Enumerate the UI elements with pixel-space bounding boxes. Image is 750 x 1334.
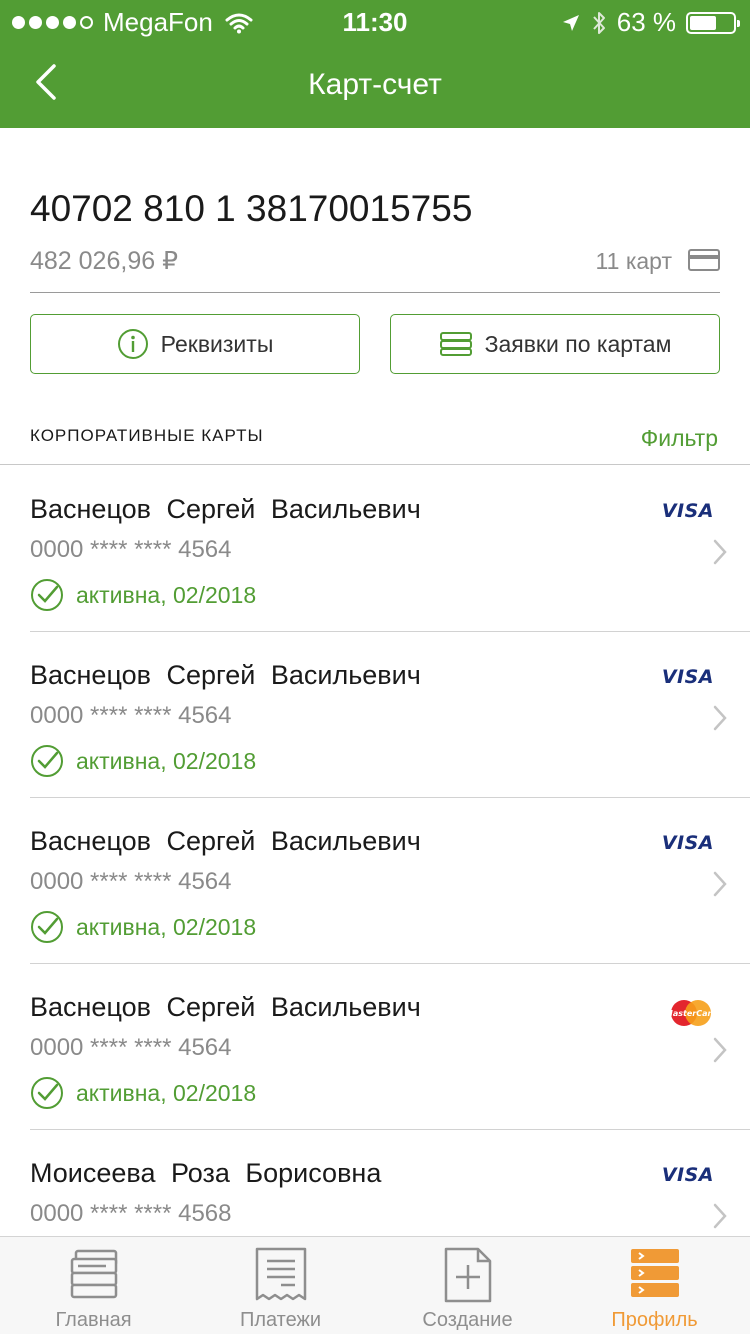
visa-logo-icon: VISA: [661, 832, 714, 854]
mastercard-logo-icon: MasterCard: [668, 1000, 714, 1026]
card-holder-name: Васнецов Сергей Васильевич: [30, 660, 421, 690]
card-status: активна, 02/2018: [30, 910, 256, 944]
wifi-icon: [225, 13, 253, 33]
visa-logo-icon: VISA: [661, 1164, 714, 1186]
card-holder-name: Моисеева Роза Борисовна: [30, 1158, 382, 1188]
status-bar: MegaFon 11:30 63 %: [0, 0, 750, 42]
requisites-label: Реквизиты: [160, 330, 274, 357]
tab-label: Платежи: [239, 1309, 322, 1331]
divider: [0, 464, 750, 465]
card-requests-button[interactable]: Заявки по картам: [390, 314, 720, 374]
chevron-right-icon: [713, 1203, 727, 1229]
svg-text:MasterCard: MasterCard: [668, 1009, 714, 1018]
check-circle-icon: [31, 745, 63, 777]
top-bar: MegaFon 11:30 63 % Карт-счет: [0, 0, 750, 128]
chevron-right-icon: [713, 539, 727, 565]
card-requests-label: Заявки по картам: [484, 330, 672, 357]
tab-label: Главная: [55, 1309, 132, 1331]
tab-bar: Главная Платежи Создание Профиль: [0, 1236, 750, 1334]
card-status: активна, 02/2018: [30, 744, 256, 778]
card-list-item[interactable]: Васнецов Сергей Васильевич 0000 **** ***…: [0, 964, 750, 1130]
requisites-button[interactable]: Реквизиты: [30, 314, 360, 374]
card-number: 0000 **** **** 4564: [30, 536, 232, 563]
card-status-text: активна, 02/2018: [76, 581, 257, 608]
page-title: Карт-счет: [308, 68, 442, 101]
card-holder-name: Васнецов Сергей Васильевич: [30, 494, 421, 524]
tab-label: Профиль: [611, 1309, 698, 1331]
card-icon: [688, 249, 720, 271]
create-document-icon: [444, 1247, 491, 1303]
chevron-right-icon: [713, 705, 727, 731]
profile-server-icon: [630, 1249, 679, 1297]
carrier-name: MegaFon: [103, 7, 213, 37]
battery-percent: 63 %: [616, 7, 676, 37]
tab-profile[interactable]: Профиль: [561, 1237, 748, 1334]
chevron-right-icon: [713, 871, 727, 897]
card-number: 0000 **** **** 4564: [30, 1034, 232, 1061]
signal-strength-icon: [12, 16, 93, 29]
chevron-right-icon: [713, 1037, 727, 1063]
tab-payments[interactable]: Платежи: [187, 1237, 374, 1334]
check-circle-icon: [31, 1077, 63, 1109]
info-icon: [117, 329, 148, 359]
account-number: 40702 810 1 38170015755: [30, 188, 473, 229]
home-cards-icon: [70, 1249, 117, 1299]
card-status-text: активна, 02/2018: [76, 913, 257, 940]
filter-button[interactable]: Фильтр: [641, 425, 718, 452]
divider: [30, 292, 720, 293]
location-arrow-icon: [562, 14, 579, 31]
card-number: 0000 **** **** 4564: [30, 702, 232, 729]
card-list-item[interactable]: Васнецов Сергей Васильевич 0000 **** ***…: [0, 798, 750, 964]
visa-logo-icon: VISA: [661, 500, 714, 522]
status-left: MegaFon: [12, 7, 253, 38]
card-list-item[interactable]: Васнецов Сергей Васильевич 0000 **** ***…: [0, 632, 750, 798]
card-status-text: активна, 02/2018: [76, 1079, 257, 1106]
card-list-item[interactable]: Васнецов Сергей Васильевич 0000 **** ***…: [0, 466, 750, 632]
tab-home[interactable]: Главная: [0, 1237, 187, 1334]
card-stack-icon: [439, 332, 472, 356]
section-title: КОРПОРАТИВНЫЕ КАРТЫ: [30, 426, 264, 445]
visa-logo-icon: VISA: [661, 666, 714, 688]
cards-count: 11 карт: [595, 248, 672, 274]
card-status: активна, 02/2018: [30, 578, 256, 612]
tab-create[interactable]: Создание: [374, 1237, 561, 1334]
card-holder-name: Васнецов Сергей Васильевич: [30, 826, 421, 856]
bluetooth-icon: [592, 11, 605, 34]
card-number: 0000 **** **** 4568: [30, 1200, 232, 1227]
account-balance: 482 026,96 ₽: [30, 247, 178, 275]
receipt-icon: [255, 1247, 306, 1301]
card-status-text: активна, 02/2018: [76, 747, 257, 774]
card-holder-name: Васнецов Сергей Васильевич: [30, 992, 421, 1022]
card-status: активна, 02/2018: [30, 1076, 256, 1110]
tab-label: Создание: [422, 1309, 513, 1331]
check-circle-icon: [31, 579, 63, 611]
status-right: 63 %: [561, 7, 740, 38]
card-number: 0000 **** **** 4564: [30, 868, 232, 895]
battery-icon: [686, 11, 740, 34]
check-circle-icon: [31, 911, 63, 943]
